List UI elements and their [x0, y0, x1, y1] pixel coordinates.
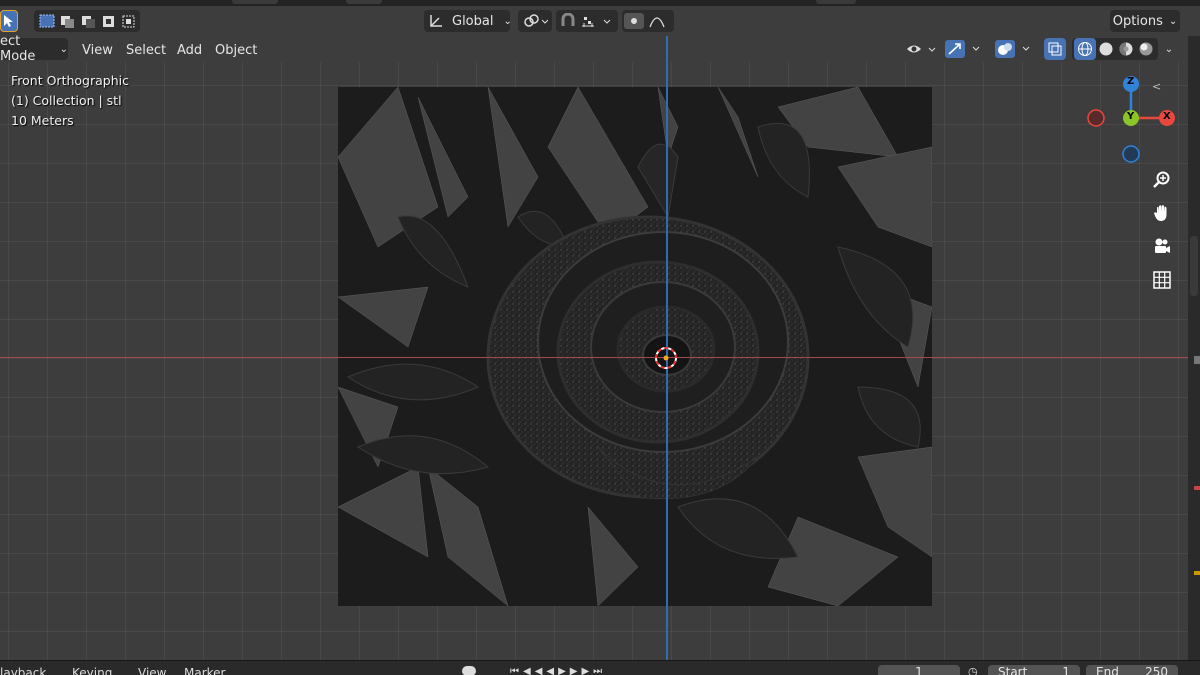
stl-mesh-object[interactable]: [338, 87, 932, 606]
gizmo-y-label: Y: [1127, 111, 1135, 122]
transform-orientation-dropdown[interactable]: Global ⌄: [424, 10, 512, 32]
grid-icon[interactable]: [1148, 266, 1176, 294]
clock-icon[interactable]: ◷: [968, 665, 978, 675]
x-axis-line: [0, 357, 1188, 358]
viewport-menu-bar: ect Mode ⌄ View Select Add Object ⌄: [0, 34, 1200, 64]
select-tool-icon[interactable]: [0, 10, 18, 32]
options-button[interactable]: Options ⌄: [1110, 10, 1180, 32]
menu-marker[interactable]: Marker: [184, 666, 225, 675]
3d-cursor-icon[interactable]: [654, 346, 678, 370]
shading-modes: [1072, 38, 1158, 60]
playback-controls-icon[interactable]: ⏮◀◀◀▶▶▶⏭: [510, 666, 640, 675]
overlay-icon[interactable]: [994, 38, 1036, 60]
mode-label: ect Mode: [0, 34, 36, 64]
visibility-icon[interactable]: [904, 38, 940, 60]
shading-wireframe-icon[interactable]: [1074, 38, 1096, 60]
select-box-icon[interactable]: [34, 10, 140, 32]
grid-scale-label: 10 Meters: [11, 113, 74, 128]
viewport-header: Global ⌄ Options ⌄: [0, 6, 1200, 36]
shading-rendered-icon[interactable]: [1136, 42, 1156, 56]
view-name-label: Front Orthographic: [11, 73, 129, 88]
menu-object[interactable]: Object: [215, 41, 257, 59]
pivot-icon[interactable]: [518, 10, 552, 32]
panel-marker: [1194, 356, 1200, 364]
workspace-tab[interactable]: [346, 0, 382, 4]
panel-marker: [1194, 571, 1200, 575]
navigation-gizmo[interactable]: Z Y X: [1084, 72, 1180, 168]
chevron-down-icon[interactable]: ⌄: [1160, 38, 1178, 60]
snap-icon[interactable]: [556, 10, 618, 32]
menu-keying[interactable]: Keying: [72, 666, 112, 675]
timeline-header: layback Keying View Marker ⏮◀◀◀▶▶▶⏭ 1 ◷ …: [0, 660, 1200, 675]
menu-add[interactable]: Add: [177, 41, 202, 59]
end-value: 250: [1145, 665, 1168, 675]
xray-icon[interactable]: [1044, 38, 1066, 60]
mode-dropdown[interactable]: ect Mode ⌄: [0, 34, 68, 64]
panel-marker: [1194, 486, 1200, 490]
workspace-tab[interactable]: [232, 0, 278, 4]
gizmo-icon[interactable]: [944, 38, 986, 60]
pan-hand-icon[interactable]: [1148, 199, 1176, 227]
record-icon[interactable]: [462, 666, 476, 675]
current-frame-field[interactable]: 1: [878, 665, 960, 675]
chevron-down-icon: ⌄: [1168, 15, 1178, 27]
menu-view[interactable]: View: [82, 41, 113, 59]
options-label: Options: [1112, 13, 1163, 29]
region-toggle-icon[interactable]: <: [1152, 80, 1161, 93]
proportional-edit-icon[interactable]: [622, 10, 674, 32]
chevron-down-icon: ⌄: [503, 15, 512, 27]
menu-playback[interactable]: layback: [0, 666, 46, 675]
start-value: 1: [1062, 665, 1070, 675]
shading-solid-icon[interactable]: [1096, 42, 1116, 56]
collection-label: (1) Collection | stl: [11, 93, 122, 108]
menu-view[interactable]: View: [138, 666, 166, 675]
transform-orientation-label: Global: [452, 13, 494, 29]
transform-orientation-icon: [428, 13, 444, 29]
chevron-down-icon: ⌄: [59, 43, 68, 55]
menu-select[interactable]: Select: [126, 41, 166, 59]
side-panel-edge[interactable]: [1188, 36, 1200, 660]
end-frame-field[interactable]: End 250: [1086, 665, 1178, 675]
start-label: Start: [998, 665, 1028, 675]
camera-icon[interactable]: [1148, 233, 1176, 261]
gizmo-x-label: X: [1163, 111, 1171, 122]
zoom-icon[interactable]: [1148, 166, 1176, 194]
workspace-tab[interactable]: [816, 0, 856, 4]
start-frame-field[interactable]: Start 1: [988, 665, 1080, 675]
scrollbar-handle[interactable]: [1190, 236, 1198, 296]
gizmo-z-label: Z: [1127, 76, 1135, 87]
shading-material-icon[interactable]: [1116, 42, 1136, 56]
end-label: End: [1096, 665, 1119, 675]
